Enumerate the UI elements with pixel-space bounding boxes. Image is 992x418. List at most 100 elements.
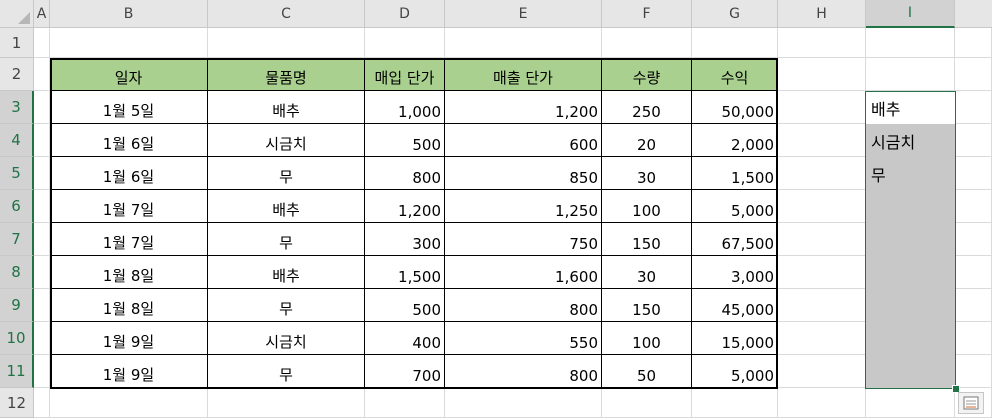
column-header-e[interactable]: E bbox=[445, 0, 602, 28]
table-cell[interactable]: 시금치 bbox=[208, 322, 365, 355]
table-cell[interactable]: 700 bbox=[365, 355, 445, 388]
table-cell[interactable]: 800 bbox=[365, 157, 445, 190]
table-cell[interactable]: 2,000 bbox=[692, 124, 778, 157]
column-header-h[interactable]: H bbox=[778, 0, 866, 28]
table-cell[interactable]: 100 bbox=[602, 322, 692, 355]
column-header-b[interactable]: B bbox=[50, 0, 208, 28]
grid-cell[interactable] bbox=[208, 28, 365, 58]
table-cell[interactable]: 1월 7일 bbox=[50, 223, 208, 256]
grid-cell[interactable] bbox=[778, 28, 866, 58]
table-header-cell[interactable]: 수량 bbox=[602, 58, 692, 91]
grid-cell[interactable] bbox=[34, 322, 50, 355]
table-cell[interactable]: 30 bbox=[602, 157, 692, 190]
grid-cell[interactable] bbox=[445, 388, 602, 418]
grid-cell[interactable] bbox=[34, 289, 50, 322]
table-cell[interactable]: 1월 6일 bbox=[50, 124, 208, 157]
grid-cell[interactable] bbox=[955, 322, 992, 355]
grid-cell[interactable] bbox=[34, 355, 50, 388]
table-header-cell[interactable]: 수익 bbox=[692, 58, 778, 91]
grid-cell[interactable] bbox=[955, 91, 992, 124]
table-cell[interactable]: 무 bbox=[208, 157, 365, 190]
table-cell[interactable]: 1월 5일 bbox=[50, 91, 208, 124]
table-cell[interactable]: 20 bbox=[602, 124, 692, 157]
grid-cell[interactable] bbox=[955, 58, 992, 91]
table-cell[interactable]: 5,000 bbox=[692, 190, 778, 223]
table-cell[interactable]: 750 bbox=[445, 223, 602, 256]
grid-cell[interactable] bbox=[955, 28, 992, 58]
column-header-a[interactable]: A bbox=[34, 0, 50, 28]
column-header-i[interactable]: I bbox=[866, 0, 955, 28]
table-cell[interactable]: 1,500 bbox=[692, 157, 778, 190]
grid-cell[interactable] bbox=[955, 355, 992, 388]
table-cell[interactable]: 1,200 bbox=[365, 190, 445, 223]
table-cell[interactable]: 무 bbox=[208, 289, 365, 322]
grid-cell[interactable] bbox=[445, 28, 602, 58]
grid-cell[interactable] bbox=[778, 91, 866, 124]
table-cell[interactable]: 1월 7일 bbox=[50, 190, 208, 223]
table-cell[interactable]: 150 bbox=[602, 289, 692, 322]
list-cell-i5[interactable]: 무 bbox=[866, 157, 955, 190]
table-cell[interactable]: 550 bbox=[445, 322, 602, 355]
table-cell[interactable]: 무 bbox=[208, 355, 365, 388]
grid-cell[interactable] bbox=[34, 223, 50, 256]
table-cell[interactable]: 1월 6일 bbox=[50, 157, 208, 190]
grid-cell[interactable] bbox=[778, 190, 866, 223]
table-cell[interactable]: 1월 8일 bbox=[50, 289, 208, 322]
grid-cell[interactable] bbox=[955, 223, 992, 256]
list-cell-i3[interactable]: 배추 bbox=[866, 91, 955, 124]
grid-cell[interactable] bbox=[208, 388, 365, 418]
grid-cell[interactable] bbox=[34, 124, 50, 157]
row-header-6[interactable]: 6 bbox=[0, 190, 34, 223]
table-cell[interactable]: 1,000 bbox=[365, 91, 445, 124]
grid-cell[interactable] bbox=[778, 58, 866, 91]
row-header-4[interactable]: 4 bbox=[0, 124, 34, 157]
row-header-12[interactable]: 12 bbox=[0, 388, 34, 418]
table-header-cell[interactable]: 물품명 bbox=[208, 58, 365, 91]
grid-cell[interactable] bbox=[34, 190, 50, 223]
grid-cell[interactable] bbox=[50, 28, 208, 58]
grid-cell[interactable] bbox=[692, 28, 778, 58]
table-cell[interactable]: 3,000 bbox=[692, 256, 778, 289]
list-cells-i6-i11[interactable] bbox=[866, 190, 955, 389]
row-header-1[interactable]: 1 bbox=[0, 28, 34, 58]
table-cell[interactable]: 100 bbox=[602, 190, 692, 223]
row-header-8[interactable]: 8 bbox=[0, 256, 34, 289]
table-cell[interactable]: 400 bbox=[365, 322, 445, 355]
grid-cell[interactable] bbox=[602, 388, 692, 418]
grid-cell[interactable] bbox=[34, 256, 50, 289]
grid-cell[interactable] bbox=[778, 157, 866, 190]
grid-cell[interactable] bbox=[778, 223, 866, 256]
table-header-cell[interactable]: 매출 단가 bbox=[445, 58, 602, 91]
grid-cell[interactable] bbox=[778, 322, 866, 355]
grid-cell[interactable] bbox=[365, 388, 445, 418]
grid-cell[interactable] bbox=[955, 256, 992, 289]
column-header-f[interactable]: F bbox=[602, 0, 692, 28]
table-cell[interactable]: 850 bbox=[445, 157, 602, 190]
table-cell[interactable]: 배추 bbox=[208, 256, 365, 289]
table-header-cell[interactable]: 일자 bbox=[50, 58, 208, 91]
table-cell[interactable]: 5,000 bbox=[692, 355, 778, 388]
table-cell[interactable]: 배추 bbox=[208, 91, 365, 124]
table-cell[interactable]: 무 bbox=[208, 223, 365, 256]
table-cell[interactable]: 15,000 bbox=[692, 322, 778, 355]
table-cell[interactable]: 600 bbox=[445, 124, 602, 157]
row-header-10[interactable]: 10 bbox=[0, 322, 34, 355]
grid-cell[interactable] bbox=[34, 91, 50, 124]
table-cell[interactable]: 시금치 bbox=[208, 124, 365, 157]
column-header-c[interactable]: C bbox=[208, 0, 365, 28]
table-cell[interactable]: 1월 9일 bbox=[50, 355, 208, 388]
grid-cell[interactable] bbox=[955, 124, 992, 157]
table-cell[interactable]: 1,250 bbox=[445, 190, 602, 223]
grid-cell[interactable] bbox=[778, 355, 866, 388]
column-header-j[interactable] bbox=[955, 0, 992, 28]
row-header-5[interactable]: 5 bbox=[0, 157, 34, 190]
grid-cell[interactable] bbox=[955, 157, 992, 190]
grid-cell[interactable] bbox=[866, 58, 955, 91]
table-cell[interactable]: 배추 bbox=[208, 190, 365, 223]
table-cell[interactable]: 1월 8일 bbox=[50, 256, 208, 289]
table-cell[interactable]: 500 bbox=[365, 289, 445, 322]
list-cell-i4[interactable]: 시금치 bbox=[866, 124, 955, 157]
select-all-button[interactable] bbox=[0, 0, 34, 28]
table-cell[interactable]: 50 bbox=[602, 355, 692, 388]
grid-cell[interactable] bbox=[955, 289, 992, 322]
